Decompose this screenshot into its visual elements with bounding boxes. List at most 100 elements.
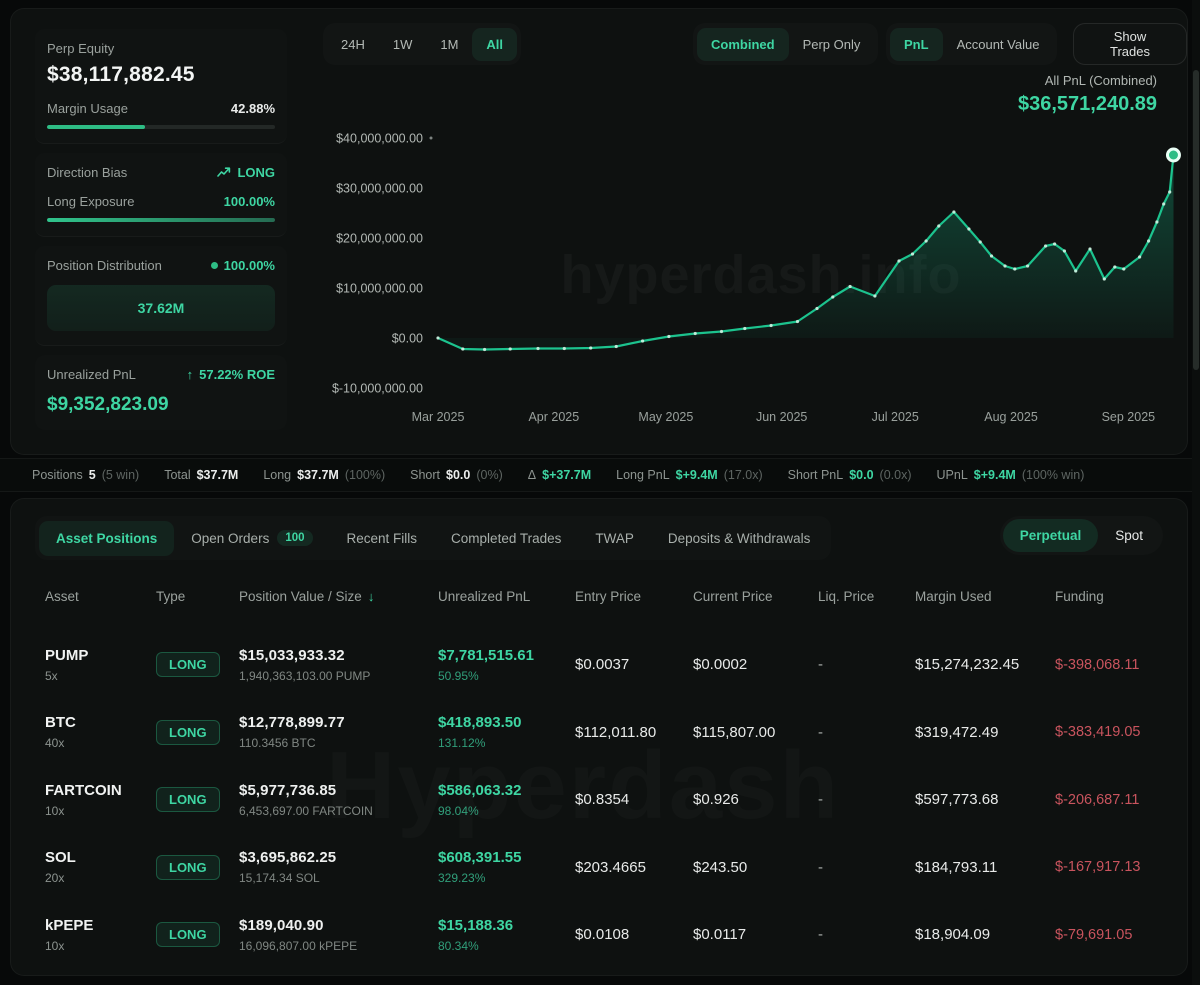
show-trades-button[interactable]: Show Trades — [1073, 23, 1187, 65]
sort-desc-icon: ↓ — [368, 589, 375, 604]
unrealized-pnl-section: Unrealized PnL ↑ 57.22% ROE $9,352,823.0… — [35, 355, 287, 430]
long-badge: LONG — [156, 652, 220, 677]
trend-up-icon — [217, 167, 231, 178]
pnl-chart: hyperdash.info $40,000,000.00$30,000,000… — [331, 121, 1199, 437]
stat-upnl: UPnL$+9.4M(100% win) — [937, 468, 1085, 482]
long-badge: LONG — [156, 855, 220, 880]
spot-toggle-button[interactable]: Spot — [1098, 519, 1160, 552]
positions-tabs: Asset Positions Open Orders100 Recent Fi… — [35, 516, 831, 560]
col-header-type[interactable]: Type — [156, 589, 239, 604]
table-row[interactable]: FARTCOIN10x LONG $5,977,736.856,453,697.… — [45, 766, 1157, 834]
col-header-funding[interactable]: Funding — [1055, 589, 1157, 604]
svg-text:$20,000,000.00: $20,000,000.00 — [336, 232, 423, 246]
long-exposure-value: 100.00% — [224, 194, 275, 209]
dashboard-page: Perp Equity $38,117,882.45 Margin Usage … — [0, 0, 1200, 985]
positions-table: Asset Type Position Value / Size↓ Unreal… — [45, 585, 1157, 969]
stat-short-pnl: Short PnL$0.0(0.0x) — [788, 468, 912, 482]
axis-tick-dot — [430, 137, 433, 140]
col-header-current-price[interactable]: Current Price — [693, 589, 818, 604]
time-filter-1w[interactable]: 1W — [379, 28, 427, 61]
table-row[interactable]: kPEPE10x LONG $189,040.9016,096,807.00 k… — [45, 901, 1157, 969]
direction-bias-section: Direction Bias LONG Long Exposure 100.00… — [35, 153, 287, 237]
direction-bias-value: LONG — [217, 165, 275, 180]
perp-equity-label: Perp Equity — [47, 41, 275, 56]
svg-text:$10,000,000.00: $10,000,000.00 — [336, 282, 423, 296]
long-badge: LONG — [156, 720, 220, 745]
all-pnl-summary: All PnL (Combined) $36,571,240.89 — [1018, 73, 1157, 116]
open-orders-count-badge: 100 — [277, 530, 312, 546]
time-filter-1m[interactable]: 1M — [426, 28, 472, 61]
svg-text:$0.00: $0.00 — [392, 332, 423, 346]
distribution-long-box[interactable]: 37.62M — [47, 285, 275, 331]
metric-account-value-button[interactable]: Account Value — [943, 28, 1054, 61]
svg-text:Jul 2025: Jul 2025 — [872, 410, 919, 424]
svg-text:Jun 2025: Jun 2025 — [756, 410, 807, 424]
table-row[interactable]: BTC40x LONG $12,778,899.77110.3456 BTC $… — [45, 699, 1157, 767]
svg-text:Mar 2025: Mar 2025 — [412, 410, 465, 424]
stat-positions: Positions5(5 win) — [32, 468, 139, 482]
stat-delta: Δ$+37.7M — [528, 468, 591, 482]
unrealized-pnl-label: Unrealized PnL — [47, 367, 136, 382]
time-filter-group: 24H 1W 1M All — [323, 23, 521, 65]
long-badge: LONG — [156, 922, 220, 947]
long-badge: LONG — [156, 787, 220, 812]
margin-usage-bar-fill — [47, 125, 145, 129]
all-pnl-label: All PnL (Combined) — [1018, 73, 1157, 88]
table-header-row: Asset Type Position Value / Size↓ Unreal… — [45, 585, 1157, 607]
table-row[interactable]: PUMP5x LONG $15,033,933.321,940,363,103.… — [45, 631, 1157, 699]
stat-total: Total$37.7M — [164, 468, 238, 482]
scope-toggle-group: Combined Perp Only — [693, 23, 878, 65]
stat-long-pnl: Long PnL$+9.4M(17.0x) — [616, 468, 762, 482]
long-exposure-bar — [47, 218, 275, 222]
svg-text:$40,000,000.00: $40,000,000.00 — [336, 132, 423, 146]
tab-twap[interactable]: TWAP — [578, 521, 651, 556]
scrollbar-thumb[interactable] — [1193, 70, 1199, 370]
tab-asset-positions[interactable]: Asset Positions — [39, 521, 174, 556]
col-header-liq-price[interactable]: Liq. Price — [818, 589, 915, 604]
tab-completed-trades[interactable]: Completed Trades — [434, 521, 578, 556]
position-distribution-section: Position Distribution 100.00% 37.62M — [35, 246, 287, 346]
perpetual-toggle-button[interactable]: Perpetual — [1003, 519, 1099, 552]
direction-bias-label: Direction Bias — [47, 165, 127, 180]
metric-pnl-button[interactable]: PnL — [890, 28, 943, 61]
tab-recent-fills[interactable]: Recent Fills — [330, 521, 435, 556]
arrow-up-icon: ↑ — [187, 367, 194, 382]
col-header-entry-price[interactable]: Entry Price — [575, 589, 693, 604]
positions-stats-bar: Positions5(5 win) Total$37.7M Long$37.7M… — [0, 458, 1200, 492]
scope-combined-button[interactable]: Combined — [697, 28, 789, 61]
tab-open-orders[interactable]: Open Orders100 — [174, 520, 329, 556]
perp-equity-section: Perp Equity $38,117,882.45 Margin Usage … — [35, 29, 287, 144]
table-row[interactable]: SOL20x LONG $3,695,862.2515,174.34 SOL $… — [45, 834, 1157, 902]
margin-usage-bar — [47, 125, 275, 129]
col-header-position-value[interactable]: Position Value / Size↓ — [239, 589, 438, 604]
account-summary-panel: Perp Equity $38,117,882.45 Margin Usage … — [35, 29, 287, 439]
tab-deposits-withdrawals[interactable]: Deposits & Withdrawals — [651, 521, 828, 556]
positions-card: Hyperdash Asset Positions Open Orders100… — [10, 498, 1188, 976]
stat-short: Short$0.0(0%) — [410, 468, 503, 482]
svg-text:$-10,000,000.00: $-10,000,000.00 — [332, 382, 423, 396]
stat-long: Long$37.7M(100%) — [263, 468, 385, 482]
time-filter-all[interactable]: All — [472, 28, 517, 61]
position-distribution-label: Position Distribution — [47, 258, 162, 273]
scope-perp-only-button[interactable]: Perp Only — [789, 28, 875, 61]
long-exposure-bar-fill — [47, 218, 275, 222]
long-dot-icon — [211, 262, 218, 269]
margin-usage-label: Margin Usage — [47, 101, 128, 116]
col-header-unrealized-pnl[interactable]: Unrealized PnL — [438, 589, 575, 604]
pnl-chart-plot-area[interactable]: hyperdash.info $40,000,000.00$30,000,000… — [331, 121, 1199, 437]
all-pnl-value: $36,571,240.89 — [1018, 93, 1157, 116]
svg-text:Apr 2025: Apr 2025 — [528, 410, 579, 424]
latest-point-marker — [1167, 149, 1179, 161]
time-filter-24h[interactable]: 24H — [327, 28, 379, 61]
page-scrollbar[interactable] — [1192, 0, 1200, 985]
col-header-margin-used[interactable]: Margin Used — [915, 589, 1055, 604]
roe-value: ↑ 57.22% ROE — [187, 367, 275, 382]
perp-equity-value: $38,117,882.45 — [47, 63, 275, 87]
svg-text:May 2025: May 2025 — [638, 410, 693, 424]
position-distribution-value: 100.00% — [211, 258, 275, 273]
market-type-toggle: Perpetual Spot — [1000, 516, 1163, 555]
svg-text:Aug 2025: Aug 2025 — [984, 410, 1038, 424]
col-header-asset[interactable]: Asset — [45, 589, 156, 604]
unrealized-pnl-value: $9,352,823.09 — [47, 394, 275, 416]
metric-toggle-group: PnL Account Value — [886, 23, 1057, 65]
